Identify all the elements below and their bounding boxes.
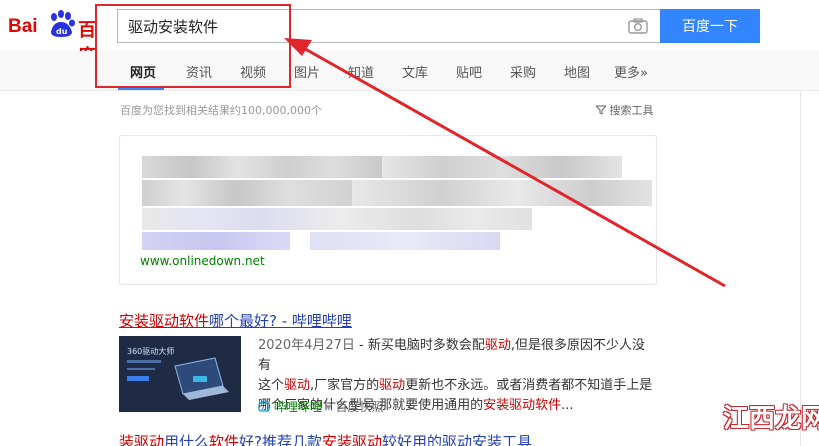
baidu-search-page: Bai du 百度 百度一下 网页 资讯 视频 图片 知道 文库 贴吧 采购 地… — [0, 0, 819, 446]
result-1-title[interactable]: 安装驱动软件哪个最好? - 哔哩哔哩 — [119, 310, 352, 331]
result-1-thumbnail[interactable]: 360驱动大师 — [119, 336, 241, 412]
logo-du-text: du — [56, 27, 68, 36]
dropdown-icon[interactable]: ▾ — [326, 400, 332, 414]
result-1-source: 哔哩哔哩 ▾ 百度快照 — [258, 398, 384, 415]
tab-images[interactable]: 图片 — [294, 62, 320, 81]
logo-bai-text: Bai — [8, 16, 38, 37]
tab-purchase[interactable]: 采购 — [510, 62, 536, 81]
search-button[interactable]: 百度一下 — [660, 9, 760, 43]
highlight-box — [95, 4, 291, 88]
tab-more[interactable]: 更多» — [614, 62, 648, 81]
result-count: 百度为您找到相关结果约100,000,000个 — [120, 104, 322, 117]
tab-tieba[interactable]: 贴吧 — [456, 62, 482, 81]
bilibili-icon — [258, 400, 270, 412]
ad-card[interactable]: www.onlinedown.net — [119, 135, 657, 285]
laptop-icon — [127, 357, 229, 400]
search-tools-label: 搜索工具 — [609, 104, 654, 117]
source-name[interactable]: 哔哩哔哩 — [274, 400, 322, 414]
ad-url: www.onlinedown.net — [140, 254, 265, 268]
search-tools[interactable]: 搜索工具 — [594, 102, 654, 118]
tab-wenku[interactable]: 文库 — [402, 62, 428, 81]
active-tab-indicator — [118, 88, 164, 90]
result-2-title[interactable]: 装驱动用什么软件好?推荐几款安装驱动较好用的驱动安装工具 — [119, 431, 532, 446]
filter-icon — [594, 105, 608, 115]
right-divider — [800, 91, 801, 446]
camera-icon[interactable] — [628, 18, 648, 34]
site-watermark: 江西龙网 — [723, 404, 819, 434]
paw-icon: du — [51, 10, 75, 37]
snapshot-link[interactable]: 百度快照 — [336, 400, 384, 414]
tab-zhidao[interactable]: 知道 — [348, 62, 374, 81]
tab-map[interactable]: 地图 — [564, 62, 590, 81]
